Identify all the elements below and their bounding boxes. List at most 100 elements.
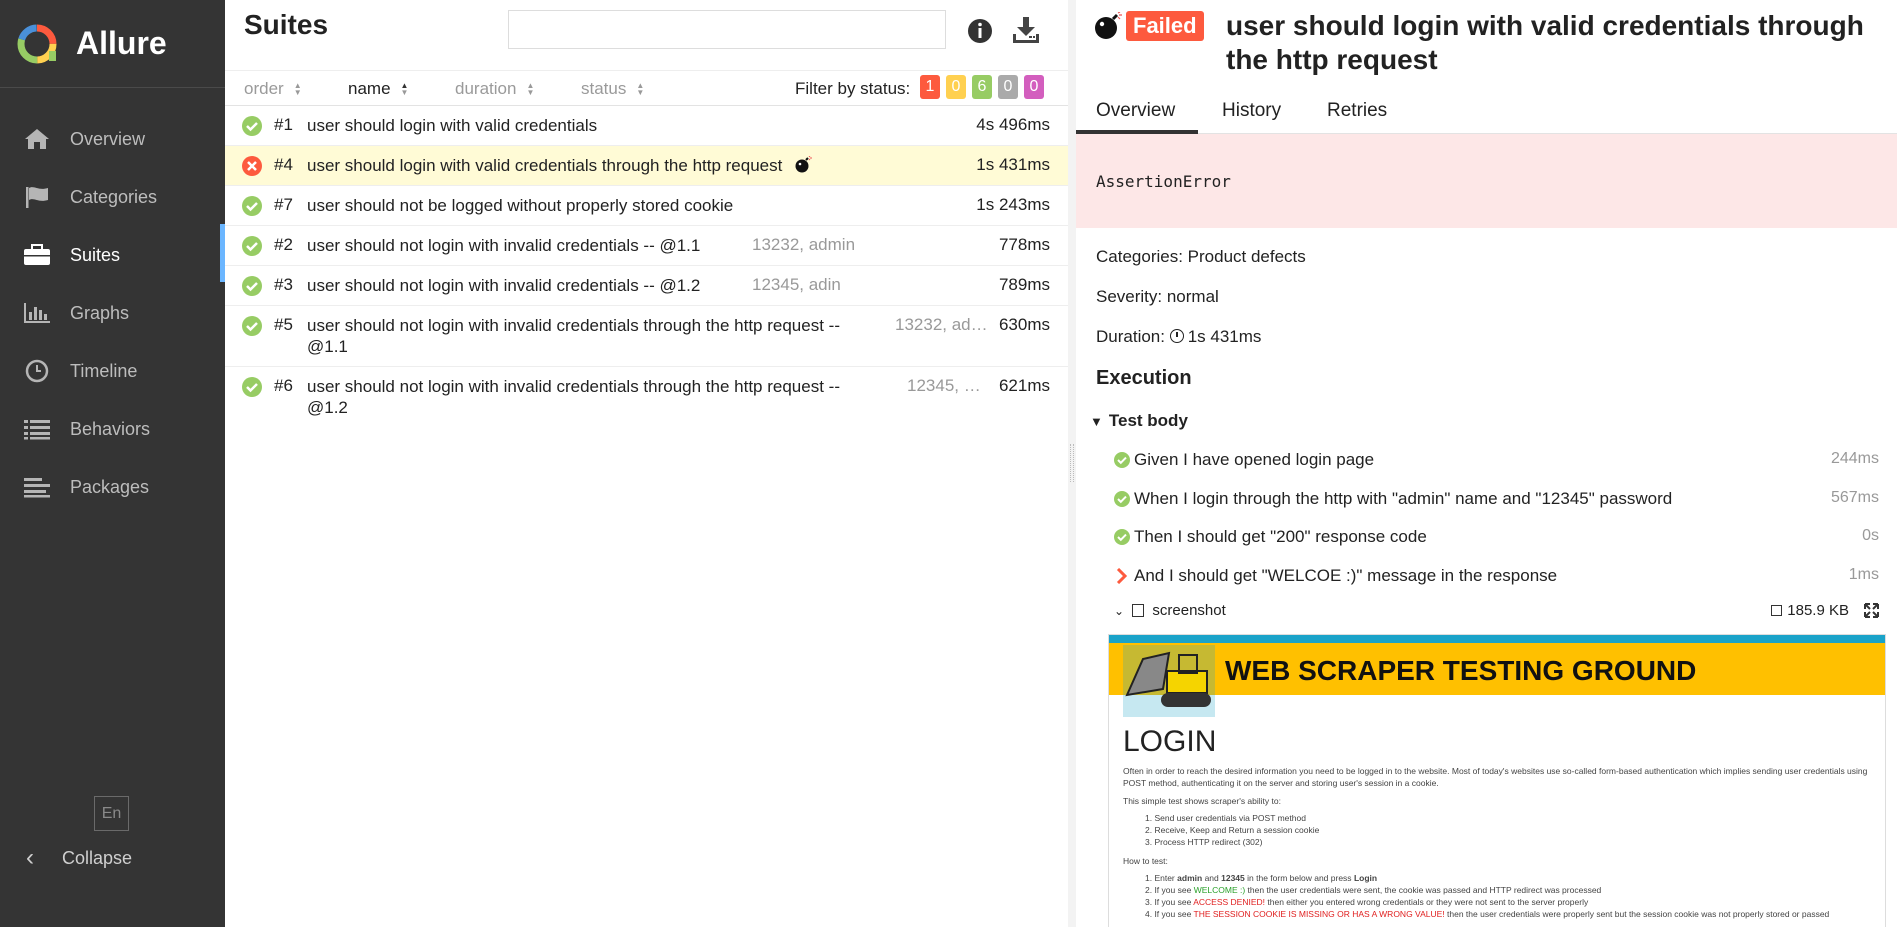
test-title-wrap: user should login with valid credentials… xyxy=(307,155,813,178)
app-name: Allure xyxy=(76,25,167,61)
sidebar-item-label: Behaviors xyxy=(70,418,151,439)
text-part: THE SESSION COOKIE IS MISSING OR HAS A W… xyxy=(1193,909,1445,919)
brand[interactable]: Allure xyxy=(0,0,225,88)
status-filter-failed[interactable]: 1 xyxy=(920,75,940,99)
error-message-box[interactable]: AssertionError xyxy=(1076,134,1897,228)
sort-name[interactable]: name ▲ ▼ xyxy=(348,79,408,99)
test-duration: 1s 431ms xyxy=(976,155,1050,174)
passed-status-icon xyxy=(242,276,262,296)
table-row[interactable]: #6 user should not login with invalid cr… xyxy=(225,367,1068,428)
clock-icon xyxy=(1169,329,1184,343)
flag-icon xyxy=(22,184,52,210)
status-filter-unknown[interactable]: 0 xyxy=(1024,75,1044,99)
sidebar: Allure Overview Categories Suites Graphs xyxy=(0,0,225,927)
text-part: then the user credentials were sent, the… xyxy=(1247,885,1602,895)
save-icon xyxy=(1771,605,1783,616)
test-results-list: #1 user should login with valid credenti… xyxy=(225,106,1068,428)
passed-status-icon xyxy=(242,116,262,136)
sort-duration[interactable]: duration ▲ ▼ xyxy=(455,79,534,99)
allure-logo-icon xyxy=(17,24,57,63)
sidebar-item-label: Timeline xyxy=(70,360,138,381)
text-part: 3. If you see xyxy=(1145,897,1192,907)
table-row[interactable]: #5 user should not login with invalid cr… xyxy=(225,306,1068,367)
attachment-row[interactable]: ⌄ screenshot 185.9 KB xyxy=(1114,602,1879,619)
status-filter-skipped[interactable]: 0 xyxy=(998,75,1018,99)
status-filter-passed[interactable]: 6 xyxy=(972,75,992,99)
collapse-button[interactable]: ‹ Collapse xyxy=(26,844,132,872)
sidebar-item-graphs[interactable]: Graphs xyxy=(0,284,225,342)
table-row[interactable]: #2 user should not login with invalid cr… xyxy=(225,226,1068,266)
test-duration: 621ms xyxy=(998,376,1050,395)
align-left-icon xyxy=(22,474,52,500)
sort-status[interactable]: status ▲ ▼ xyxy=(581,79,644,99)
test-number: #2 xyxy=(274,235,293,254)
sort-status-label: status xyxy=(581,79,627,98)
sidebar-item-label: Categories xyxy=(70,186,158,207)
chevron-down-icon: ▼ xyxy=(1090,413,1103,429)
text-part: and xyxy=(1204,873,1219,883)
test-detail-title: user should login with valid credentials… xyxy=(1226,10,1864,75)
test-params: 13232, admin xyxy=(752,235,856,254)
sidebar-item-packages[interactable]: Packages xyxy=(0,458,225,516)
status-filter-broken[interactable]: 0 xyxy=(946,75,966,99)
page-title: Suites xyxy=(244,9,329,40)
image-file-icon xyxy=(1132,604,1145,617)
chevron-right-icon xyxy=(1114,567,1130,585)
flaky-bomb-icon xyxy=(794,155,813,178)
sort-order[interactable]: order ▲ ▼ xyxy=(244,79,302,99)
sort-duration-label: duration xyxy=(455,79,517,98)
test-params: 12345, … xyxy=(907,376,981,395)
text-part: ACCESS DENIED! xyxy=(1193,897,1266,907)
sidebar-item-categories[interactable]: Categories xyxy=(0,168,225,226)
pane-splitter[interactable] xyxy=(1068,0,1076,927)
sidebar-item-suites[interactable]: Suites xyxy=(0,226,225,284)
step-text: And I should get "WELCOE :)" message in … xyxy=(1134,566,1558,585)
table-row[interactable]: #4 user should login with valid credenti… xyxy=(225,146,1068,186)
briefcase-icon xyxy=(22,242,52,268)
step-duration: 567ms xyxy=(1830,489,1879,506)
table-row[interactable]: #7 user should not be logged without pro… xyxy=(225,186,1068,226)
test-body-label: Test body xyxy=(1108,411,1188,430)
table-row[interactable]: #1 user should login with valid credenti… xyxy=(225,106,1068,146)
sort-order-label: order xyxy=(244,79,284,98)
splitter-grip-icon xyxy=(1070,444,1074,482)
screenshot-paragraph: Often in order to reach the desired info… xyxy=(1123,766,1868,788)
text-part: then the user credentials were properly … xyxy=(1447,909,1830,919)
language-switch[interactable]: En xyxy=(94,796,129,831)
test-body-toggle[interactable]: ▼ Test body xyxy=(1090,411,1188,431)
test-detail-pane: Failed user should login with valid cred… xyxy=(1076,0,1897,927)
execution-heading: Execution xyxy=(1096,367,1192,389)
error-message: AssertionError xyxy=(1096,172,1231,191)
test-title: user should not be logged without proper… xyxy=(307,196,734,215)
test-number: #1 xyxy=(274,115,293,134)
passed-status-icon xyxy=(1114,452,1130,468)
download-icon[interactable] xyxy=(1011,15,1041,50)
tab-overview[interactable]: Overview xyxy=(1096,100,1175,122)
sidebar-item-timeline[interactable]: Timeline xyxy=(0,342,225,400)
search-input[interactable] xyxy=(508,10,946,49)
collapse-label: Collapse xyxy=(62,847,133,868)
home-icon xyxy=(22,126,52,152)
sort-arrows-icon: ▲ ▼ xyxy=(400,81,409,97)
tab-history[interactable]: History xyxy=(1222,100,1281,122)
attachment-size: 185.9 KB xyxy=(1787,602,1849,619)
flaky-bomb-icon xyxy=(1094,11,1124,45)
text-part: 12345 xyxy=(1221,873,1245,883)
table-row[interactable]: #3 user should not login with invalid cr… xyxy=(225,266,1068,306)
step-text: When I login through the http with "admi… xyxy=(1134,489,1673,508)
test-number: #6 xyxy=(274,376,293,395)
sort-arrows-icon: ▲ ▼ xyxy=(526,81,535,97)
bar-chart-icon xyxy=(22,300,52,326)
chevron-down-icon: ⌄ xyxy=(1114,604,1125,618)
sidebar-nav: Overview Categories Suites Graphs Timeli… xyxy=(0,110,225,516)
test-number: #3 xyxy=(274,275,293,294)
step-text: Given I have opened login page xyxy=(1134,450,1375,469)
step-duration: 244ms xyxy=(1830,450,1879,467)
screenshot-list-item: 2. Receive, Keep and Return a session co… xyxy=(1145,825,1320,835)
sidebar-item-behaviors[interactable]: Behaviors xyxy=(0,400,225,458)
tab-retries[interactable]: Retries xyxy=(1327,100,1387,122)
info-icon[interactable] xyxy=(967,18,993,49)
test-duration: 630ms xyxy=(998,315,1050,334)
expand-icon[interactable] xyxy=(1864,603,1879,622)
sidebar-item-overview[interactable]: Overview xyxy=(0,110,225,168)
